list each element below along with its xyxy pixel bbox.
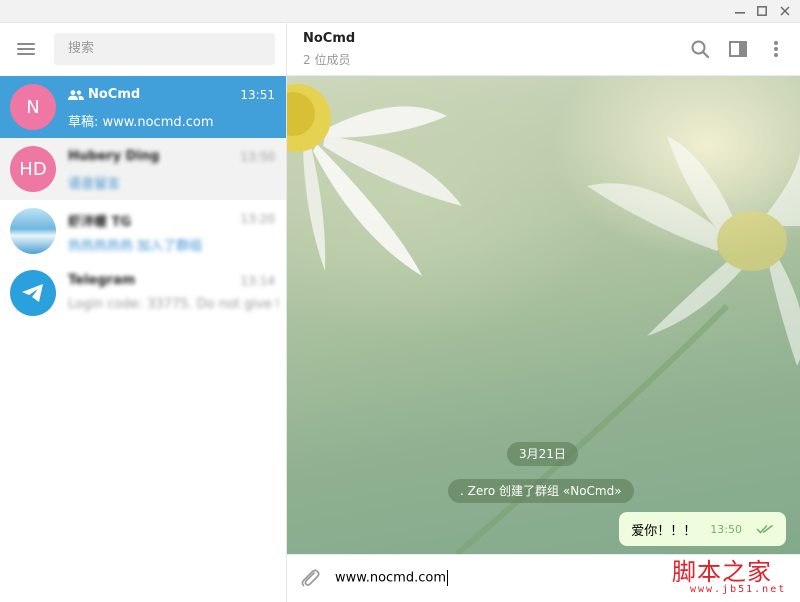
message-input[interactable]: www.nocmd.com — [335, 570, 448, 586]
member-count: 2 位成员 — [303, 53, 351, 67]
avatar-image — [10, 208, 56, 254]
watermark-url: www.jb51.net — [690, 584, 787, 595]
chat-time: 13:20 — [240, 212, 275, 226]
minimize-icon[interactable] — [730, 2, 750, 20]
chat-time: 13:50 — [240, 150, 275, 164]
message-text: 爱你！！！ — [631, 523, 697, 539]
message-input-value: www.nocmd.com — [335, 570, 446, 586]
chat-title[interactable]: NoCmd — [303, 31, 355, 46]
message-time: 13:50 — [710, 522, 742, 536]
avatar: N — [10, 84, 56, 130]
chat-name: 虾泮暖 TG — [68, 215, 132, 230]
attach-paperclip-icon[interactable] — [299, 567, 321, 589]
chat-background: 3月21日 . Zero 创建了群组 «NoCmd» 爱你！！！ 13:50 — [287, 76, 800, 554]
text-caret — [447, 570, 448, 586]
telegram-logo-icon — [10, 270, 56, 316]
chat-list-item-telegram[interactable]: Telegram 13:14 Login code: 33775. Do not… — [0, 262, 286, 324]
avatar: HD — [10, 146, 56, 192]
group-icon — [68, 89, 84, 100]
chat-list-item-hubery[interactable]: HD Hubery Ding 13:50 语音留言 — [0, 138, 286, 200]
close-icon[interactable] — [775, 2, 795, 20]
maximize-icon[interactable] — [752, 2, 772, 20]
chat-list-item-nocmd[interactable]: N NoCmd 13:51 草稿: www.nocmd.com — [0, 76, 286, 138]
chat-name: Telegram — [68, 273, 136, 288]
chat-preview: 草稿: www.nocmd.com — [68, 115, 214, 130]
chat-preview: 热热热热热 加入了群组 — [68, 239, 203, 254]
chat-name-text: NoCmd — [88, 87, 141, 102]
chat-name: NoCmd — [68, 87, 140, 102]
service-message: . Zero 创建了群组 «NoCmd» — [448, 479, 634, 503]
chat-header: NoCmd 2 位成员 — [287, 23, 800, 76]
search-input[interactable]: 搜索 — [54, 33, 275, 65]
double-check-icon — [756, 524, 773, 534]
chat-list-sidebar: 搜索 N NoCmd 13:51 草稿: www.nocmd.com HD Hu… — [0, 23, 287, 602]
chat-preview: 语音留言 — [68, 177, 121, 192]
site-watermark-logo: 脚本之家 www.jb51.net — [672, 552, 794, 600]
watermark-text: 脚本之家 — [672, 558, 772, 586]
chat-time: 13:51 — [240, 88, 275, 102]
more-options-icon[interactable] — [765, 38, 787, 60]
chat-preview: Login code: 33775. Do not give this — [68, 297, 278, 312]
date-separator: 3月21日 — [507, 442, 578, 466]
search-icon[interactable] — [689, 38, 711, 60]
chat-list-item-group[interactable]: 虾泮暖 TG 13:20 热热热热热 加入了群组 — [0, 200, 286, 262]
window-titlebar — [0, 0, 800, 23]
chat-name: Hubery Ding — [68, 149, 160, 164]
hamburger-menu-icon[interactable] — [15, 41, 37, 57]
outgoing-message-bubble[interactable]: 爱你！！！ 13:50 — [619, 512, 786, 546]
sidebar-panel-icon[interactable] — [727, 38, 749, 60]
chat-time: 13:14 — [240, 274, 275, 288]
